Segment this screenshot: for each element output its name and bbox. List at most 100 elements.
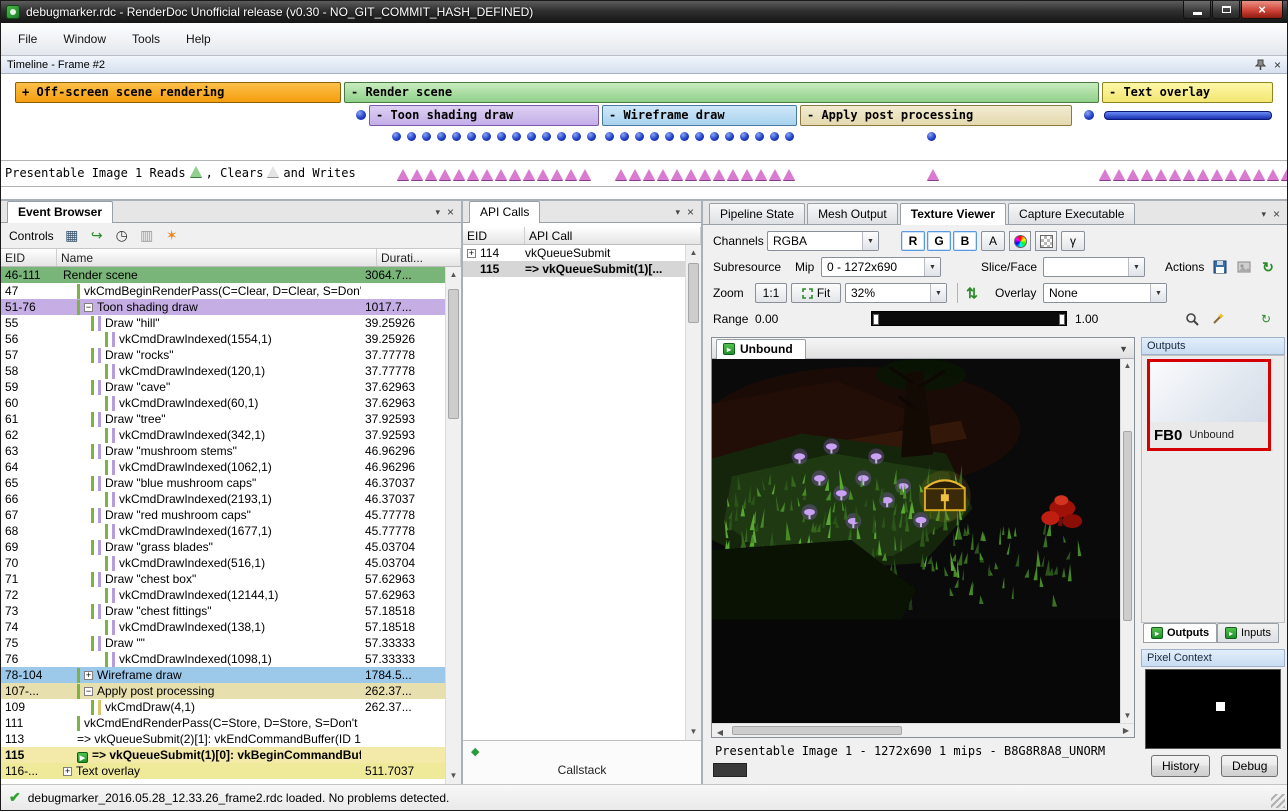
scroll-up-icon[interactable]: ▲ [446,267,461,283]
write-marker-icon[interactable] [629,169,641,180]
write-marker-icon[interactable] [397,169,409,180]
open-image-icon[interactable] [1233,257,1255,277]
write-marker-icon[interactable] [551,169,563,180]
write-marker-icon[interactable] [615,169,627,180]
draw-event-dot[interactable] [620,132,629,141]
mip-dropdown[interactable]: 0 - 1272x690▼ [821,257,941,277]
tab-texture-viewer[interactable]: Texture Viewer [900,203,1006,225]
event-row[interactable]: 51-76−Toon shading draw1017.7... [1,299,445,315]
write-marker-icon[interactable] [1113,169,1125,180]
gamma-button[interactable]: γ [1061,231,1085,251]
draw-event-dot[interactable] [437,132,446,141]
write-marker-icon[interactable] [699,169,711,180]
zoom-1to1-button[interactable]: 1:1 [755,283,787,303]
panel-menu-icon[interactable]: ▾ [1261,209,1266,220]
event-row[interactable]: 113=> vkQueueSubmit(2)[1]: vkEndCommandB… [1,731,445,747]
zoom-range-icon[interactable] [1181,309,1203,329]
menu-help[interactable]: Help [173,27,224,51]
draw-event-dot[interactable] [452,132,461,141]
event-row[interactable]: 62vkCmdDrawIndexed(342,1)37.92593 [1,427,445,443]
event-browser-scrollbar[interactable]: ▲ ▼ [445,267,461,784]
write-marker-icon[interactable] [1225,169,1237,180]
event-row[interactable]: 76vkCmdDrawIndexed(1098,1)57.33333 [1,651,445,667]
write-marker-icon[interactable] [495,169,507,180]
write-marker-icon[interactable] [1239,169,1251,180]
expander-icon[interactable]: + [63,767,72,776]
draw-event-dot[interactable] [710,132,719,141]
draw-event-dot[interactable] [695,132,704,141]
write-marker-icon[interactable] [425,169,437,180]
event-row[interactable]: 64vkCmdDrawIndexed(1062,1)46.96296 [1,459,445,475]
event-row[interactable]: 60vkCmdDrawIndexed(60,1)37.62963 [1,395,445,411]
time-draws-icon[interactable]: ◷ [113,227,131,245]
callstack-label[interactable]: Callstack [463,763,701,777]
write-marker-icon[interactable] [579,169,591,180]
write-marker-icon[interactable] [727,169,739,180]
draw-event-dot[interactable] [755,132,764,141]
write-marker-icon[interactable] [1141,169,1153,180]
write-marker-icon[interactable] [523,169,535,180]
draw-event-dot[interactable] [605,132,614,141]
draw-event-dot[interactable] [725,132,734,141]
event-row[interactable]: 67Draw "red mushroom caps"45.77778 [1,507,445,523]
draw-event-dot[interactable] [572,132,581,141]
api-calls-close-icon[interactable]: × [687,205,694,219]
tab-inputs[interactable]: ▸Inputs [1217,623,1279,643]
event-row[interactable]: 115▶=> vkQueueSubmit(1)[0]: vkBeginComma… [1,747,445,763]
scroll-down-icon[interactable]: ▼ [1121,709,1134,723]
event-browser-close-icon[interactable]: × [447,205,454,219]
write-marker-icon[interactable] [685,169,697,180]
draw-event-dot[interactable] [557,132,566,141]
timeline-marker-bar[interactable]: - Render scene [344,82,1099,103]
resize-grip[interactable] [1271,794,1285,808]
write-marker-icon[interactable] [713,169,725,180]
event-row[interactable]: 107-...−Apply post processing262.37... [1,683,445,699]
timeline-content[interactable]: Presentable Image 1 Reads, Clearsand Wri… [1,74,1287,198]
flip-y-icon[interactable]: ⇅ [961,283,983,303]
write-marker-icon[interactable] [671,169,683,180]
column-eid[interactable]: EID [463,227,525,244]
draw-event-dot[interactable] [527,132,536,141]
event-row[interactable]: 75Draw ""57.33333 [1,635,445,651]
menu-window[interactable]: Window [50,27,119,51]
autofit-wand-icon[interactable] [1207,309,1229,329]
draw-event-dot[interactable] [587,132,596,141]
draw-event-dot[interactable] [785,132,794,141]
minimize-button[interactable] [1183,1,1211,19]
write-marker-icon[interactable] [1281,169,1287,180]
event-row[interactable]: 70vkCmdDrawIndexed(516,1)45.03704 [1,555,445,571]
draw-event-dot[interactable] [542,132,551,141]
event-browser-menu-icon[interactable]: ▾ [435,207,440,218]
maximize-button[interactable] [1212,1,1240,19]
draw-event-dot[interactable] [927,132,936,141]
range-max-value[interactable]: 1.00 [1075,312,1098,326]
column-eid[interactable]: EID [1,249,57,266]
draw-event-dot[interactable] [680,132,689,141]
scrollbar-thumb[interactable] [448,289,459,419]
write-marker-icon[interactable] [1155,169,1167,180]
channels-dropdown[interactable]: RGBA▼ [767,231,879,251]
scroll-down-icon[interactable]: ▼ [446,768,461,784]
draw-event-dot[interactable] [635,132,644,141]
expander-icon[interactable]: − [84,687,93,696]
texture-hscrollbar[interactable]: ◀ ▶ [712,723,1134,737]
alpha-background-icon[interactable] [1035,231,1057,251]
event-row[interactable]: 111vkCmdEndRenderPass(C=Store, D=Store, … [1,715,445,731]
fit-button[interactable]: Fit [791,283,841,303]
channel-g-button[interactable]: G [927,231,951,251]
history-button[interactable]: History [1151,755,1210,777]
texture-vscrollbar[interactable]: ▲ ▼ [1120,359,1134,723]
channel-a-button[interactable]: A [981,231,1005,251]
event-row[interactable]: 63Draw "mushroom stems"46.96296 [1,443,445,459]
save-icon[interactable] [1209,257,1231,277]
write-marker-icon[interactable] [741,169,753,180]
draw-event-dot[interactable] [665,132,674,141]
write-marker-icon[interactable] [1127,169,1139,180]
write-marker-icon[interactable] [1197,169,1209,180]
panel-close-icon[interactable]: × [1273,207,1280,221]
column-api-call[interactable]: API Call [525,227,701,244]
draw-event-dot[interactable] [467,132,476,141]
debug-button[interactable]: Debug [1221,755,1278,777]
bookmark-icon[interactable]: ✶ [163,227,181,245]
tab-pipeline-state[interactable]: Pipeline State [709,203,805,224]
